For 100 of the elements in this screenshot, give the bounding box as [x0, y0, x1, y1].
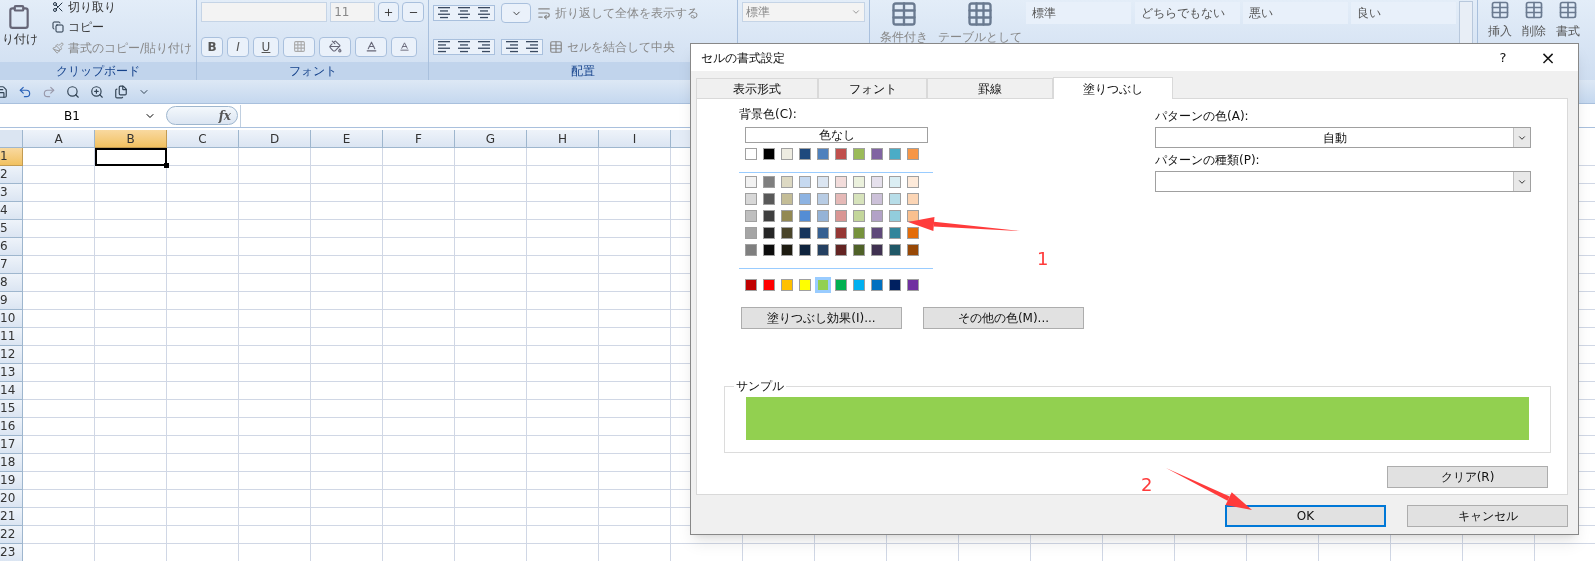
- grid-cell[interactable]: [167, 328, 239, 346]
- color-swatch[interactable]: [871, 279, 883, 291]
- row-header[interactable]: 11: [0, 328, 23, 346]
- color-swatch[interactable]: [781, 176, 793, 188]
- grid-cell[interactable]: [167, 274, 239, 292]
- grid-cell[interactable]: [599, 166, 671, 184]
- orientation-icon[interactable]: [501, 3, 531, 23]
- color-swatch[interactable]: [781, 210, 793, 222]
- grid-cell[interactable]: [311, 382, 383, 400]
- redo-icon[interactable]: [42, 84, 56, 99]
- grid-cell[interactable]: [23, 328, 95, 346]
- color-swatch[interactable]: [817, 148, 829, 160]
- color-swatch[interactable]: [745, 210, 757, 222]
- grid-cell[interactable]: [599, 184, 671, 202]
- grid-cell[interactable]: [239, 202, 311, 220]
- column-header[interactable]: F: [383, 130, 455, 148]
- grid-cell[interactable]: [239, 472, 311, 490]
- color-swatch[interactable]: [889, 227, 901, 239]
- grid-cell[interactable]: [311, 364, 383, 382]
- grid-cell[interactable]: [455, 238, 527, 256]
- color-swatch[interactable]: [745, 227, 757, 239]
- row-header[interactable]: 16: [0, 418, 23, 436]
- grid-cell[interactable]: [23, 220, 95, 238]
- decrease-indent-icon[interactable]: [504, 39, 520, 54]
- grid-cell[interactable]: [95, 202, 167, 220]
- color-swatch[interactable]: [745, 193, 757, 205]
- grid-cell[interactable]: [455, 364, 527, 382]
- grid-cell[interactable]: [599, 274, 671, 292]
- grid-cell[interactable]: [239, 274, 311, 292]
- function-button[interactable]: fx: [166, 106, 238, 125]
- color-swatch[interactable]: [835, 227, 847, 239]
- grid-cell[interactable]: [239, 256, 311, 274]
- grid-cell[interactable]: [383, 166, 455, 184]
- grid-cell[interactable]: [23, 490, 95, 508]
- grid-cell[interactable]: [95, 508, 167, 526]
- grid-cell[interactable]: [455, 292, 527, 310]
- grid-cell[interactable]: [95, 436, 167, 454]
- grid-cell[interactable]: [455, 472, 527, 490]
- color-swatch[interactable]: [835, 193, 847, 205]
- grid-cell[interactable]: [599, 436, 671, 454]
- grid-cell[interactable]: [527, 220, 599, 238]
- grid-cell[interactable]: [311, 256, 383, 274]
- color-swatch[interactable]: [799, 244, 811, 256]
- column-header[interactable]: G: [455, 130, 527, 148]
- grid-cell[interactable]: [599, 382, 671, 400]
- color-swatch[interactable]: [835, 244, 847, 256]
- color-swatch[interactable]: [745, 176, 757, 188]
- grid-cell[interactable]: [527, 184, 599, 202]
- grid-cell[interactable]: [527, 418, 599, 436]
- tab[interactable]: 表示形式: [696, 78, 818, 98]
- color-swatch[interactable]: [853, 279, 865, 291]
- grid-cell[interactable]: [167, 148, 239, 166]
- grid-cell[interactable]: [23, 274, 95, 292]
- grid-cell[interactable]: [239, 220, 311, 238]
- bold-button[interactable]: B: [201, 36, 223, 57]
- row-header[interactable]: 14: [0, 382, 23, 400]
- grid-cell[interactable]: [527, 400, 599, 418]
- grid-cell[interactable]: [383, 364, 455, 382]
- grid-cell[interactable]: [455, 454, 527, 472]
- grid-cell[interactable]: [383, 328, 455, 346]
- grid-cell[interactable]: [527, 202, 599, 220]
- grid-cell[interactable]: [239, 292, 311, 310]
- grid-cell[interactable]: [599, 328, 671, 346]
- color-swatch[interactable]: [871, 176, 883, 188]
- grid-cell[interactable]: [239, 400, 311, 418]
- color-swatch[interactable]: [835, 279, 847, 291]
- grid-cell[interactable]: [311, 310, 383, 328]
- grid-cell[interactable]: [95, 256, 167, 274]
- grid-cell[interactable]: [599, 508, 671, 526]
- grid-cell[interactable]: [23, 508, 95, 526]
- grid-cell[interactable]: [239, 328, 311, 346]
- grid-cell[interactable]: [311, 148, 383, 166]
- grid-cell[interactable]: [527, 238, 599, 256]
- color-swatch[interactable]: [835, 210, 847, 222]
- grid-cell[interactable]: [383, 436, 455, 454]
- grid-cell[interactable]: [167, 256, 239, 274]
- grid-cell[interactable]: [239, 166, 311, 184]
- grid-cell[interactable]: [239, 436, 311, 454]
- clear-button[interactable]: クリア(R): [1387, 466, 1548, 488]
- color-swatch[interactable]: [907, 176, 919, 188]
- grid-cell[interactable]: [455, 382, 527, 400]
- row-header[interactable]: 18: [0, 454, 23, 472]
- grid-cell[interactable]: [95, 472, 167, 490]
- color-swatch[interactable]: [745, 148, 757, 160]
- tab[interactable]: フォント: [818, 78, 927, 98]
- grid-cell[interactable]: [95, 400, 167, 418]
- tab[interactable]: 罫線: [927, 78, 1053, 98]
- grid-cell[interactable]: [383, 400, 455, 418]
- color-swatch[interactable]: [763, 227, 775, 239]
- grid-cell[interactable]: [95, 382, 167, 400]
- borders-icon[interactable]: [283, 36, 315, 57]
- grid-cell[interactable]: [599, 526, 671, 544]
- grid-cell[interactable]: [23, 256, 95, 274]
- grid-cell[interactable]: [383, 418, 455, 436]
- color-swatch[interactable]: [853, 176, 865, 188]
- grid-cell[interactable]: [95, 418, 167, 436]
- color-swatch[interactable]: [763, 148, 775, 160]
- color-swatch[interactable]: [799, 227, 811, 239]
- color-swatch[interactable]: [817, 227, 829, 239]
- color-swatch[interactable]: [907, 148, 919, 160]
